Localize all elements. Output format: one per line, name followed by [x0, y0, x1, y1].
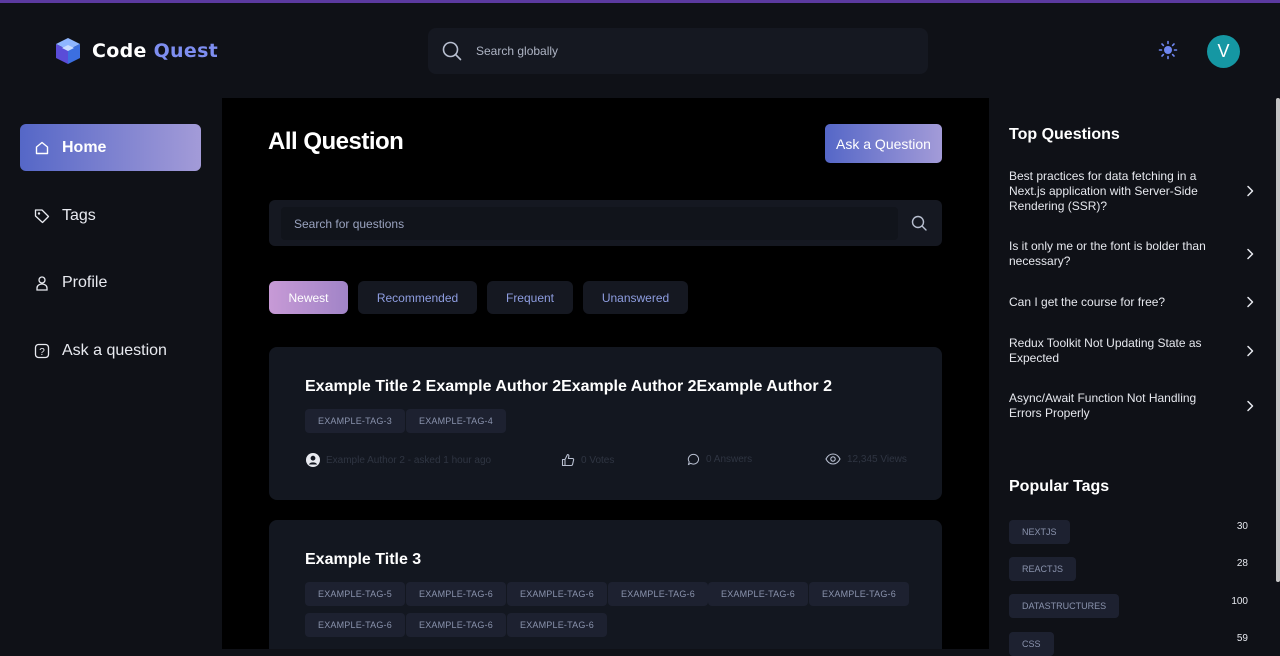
sidebar-item-label: Profile: [62, 273, 108, 291]
question-tag[interactable]: EXAMPLE-TAG-6: [809, 582, 909, 606]
global-search-input[interactable]: [474, 43, 878, 59]
question-tag[interactable]: EXAMPLE-TAG-6: [305, 613, 405, 637]
filter-newest[interactable]: Newest: [269, 281, 348, 314]
filter-unanswered[interactable]: Unanswered: [583, 281, 688, 314]
app-name-part1: Code: [92, 40, 147, 62]
popular-tag[interactable]: DATASTRUCTURES: [1009, 594, 1120, 618]
sidebar-item-home[interactable]: Home: [20, 124, 201, 171]
right-sidebar: Top Questions Best practices for data fe…: [989, 98, 1276, 656]
main-content: All Question Ask a Question Newest Recom…: [222, 98, 989, 649]
question-views: 12,345 Views: [825, 453, 907, 465]
sun-icon: [1158, 40, 1178, 60]
popular-tags-heading: Popular Tags: [1009, 478, 1110, 495]
question-title[interactable]: Example Title 2 Example Author 2Example …: [305, 378, 832, 396]
search-icon[interactable]: [911, 215, 927, 231]
question-search-input[interactable]: [292, 215, 886, 232]
top-question-item[interactable]: Best practices for data fetching in a Ne…: [1009, 169, 1209, 214]
question-author-line: Example Author 2 - asked 1 hour ago: [326, 454, 492, 466]
question-tag[interactable]: EXAMPLE-TAG-3: [305, 409, 405, 433]
avatar[interactable]: V: [1207, 35, 1240, 68]
top-question-item[interactable]: Can I get the course for free?: [1009, 295, 1209, 310]
popular-tag-count: 30: [1236, 521, 1248, 532]
popular-tag-count: 28: [1236, 558, 1248, 569]
global-search[interactable]: [428, 28, 928, 74]
top-questions-heading: Top Questions: [1009, 126, 1120, 143]
sidebar: Home Tags Profile ? Ask a question: [0, 98, 222, 649]
filter-frequent[interactable]: Frequent: [487, 281, 573, 314]
ask-question-button[interactable]: Ask a Question: [825, 124, 942, 163]
scrollbar[interactable]: [1276, 98, 1280, 582]
top-question-item[interactable]: Is it only me or the font is bolder than…: [1009, 239, 1209, 269]
question-tag[interactable]: EXAMPLE-TAG-4: [406, 409, 506, 433]
popular-tag[interactable]: NEXTJS: [1009, 520, 1070, 544]
top-question-item[interactable]: Redux Toolkit Not Updating State as Expe…: [1009, 336, 1209, 366]
sidebar-item-profile[interactable]: Profile: [20, 259, 201, 306]
eye-icon: [825, 453, 841, 465]
popular-tag[interactable]: REACTJS: [1009, 557, 1077, 581]
header: Code Quest V: [0, 3, 1280, 98]
question-icon: ?: [34, 343, 50, 359]
sidebar-item-label: Ask a question: [62, 341, 167, 359]
chevron-right-icon[interactable]: [1245, 345, 1255, 357]
question-title[interactable]: Example Title 3: [305, 551, 421, 569]
question-answers-text: 0 Answers: [706, 454, 753, 465]
chevron-right-icon[interactable]: [1245, 296, 1255, 308]
home-icon: [34, 140, 50, 156]
question-tag[interactable]: EXAMPLE-TAG-5: [305, 582, 405, 606]
question-tag[interactable]: EXAMPLE-TAG-6: [507, 582, 607, 606]
question-answers: 0 Answers: [687, 453, 752, 466]
user-icon: [34, 275, 50, 291]
question-search: [269, 200, 942, 246]
sidebar-item-tags[interactable]: Tags: [20, 192, 201, 239]
sidebar-item-label: Tags: [62, 206, 96, 224]
app-name-part2: Quest: [153, 40, 219, 62]
chevron-right-icon[interactable]: [1245, 185, 1255, 197]
question-votes-text: 0 Votes: [581, 454, 615, 466]
question-search-field[interactable]: [281, 207, 898, 240]
question-tag[interactable]: EXAMPLE-TAG-6: [608, 582, 708, 606]
question-tag[interactable]: EXAMPLE-TAG-6: [406, 582, 506, 606]
tag-icon: [34, 208, 50, 224]
popular-tag-count: 100: [1231, 596, 1248, 607]
cube-logo-icon: [56, 38, 80, 64]
app-name: Code Quest: [92, 40, 218, 62]
chevron-right-icon[interactable]: [1245, 248, 1255, 260]
page-title: All Question: [268, 128, 404, 155]
filter-recommended[interactable]: Recommended: [358, 281, 477, 314]
sidebar-item-ask-question[interactable]: ? Ask a question: [20, 327, 201, 374]
question-card[interactable]: Example Title 3 EXAMPLE-TAG-5 EXAMPLE-TA…: [269, 520, 942, 649]
question-tag[interactable]: EXAMPLE-TAG-6: [406, 613, 506, 637]
question-card[interactable]: Example Title 2 Example Author 2Example …: [269, 347, 942, 500]
sidebar-item-label: Home: [62, 138, 107, 156]
top-question-item[interactable]: Async/Await Function Not Handling Errors…: [1009, 391, 1209, 421]
question-votes: 0 Votes: [561, 453, 614, 467]
theme-toggle[interactable]: [1158, 40, 1178, 65]
logo[interactable]: Code Quest: [54, 36, 218, 66]
search-icon: [442, 41, 462, 61]
user-avatar-icon: [306, 453, 320, 467]
question-tag[interactable]: EXAMPLE-TAG-6: [708, 582, 808, 606]
question-tag[interactable]: EXAMPLE-TAG-6: [507, 613, 607, 637]
question-views-text: 12,345 Views: [847, 453, 907, 465]
message-icon: [687, 453, 700, 466]
question-author[interactable]: Example Author 2 - asked 1 hour ago: [306, 453, 491, 467]
filter-tabs: Newest Recommended Frequent Unanswered: [269, 281, 698, 314]
popular-tag-count: 59: [1236, 633, 1248, 644]
popular-tag[interactable]: CSS: [1009, 632, 1054, 656]
thumbs-up-icon: [561, 453, 575, 467]
svg-text:?: ?: [39, 347, 45, 358]
chevron-right-icon[interactable]: [1245, 400, 1255, 412]
